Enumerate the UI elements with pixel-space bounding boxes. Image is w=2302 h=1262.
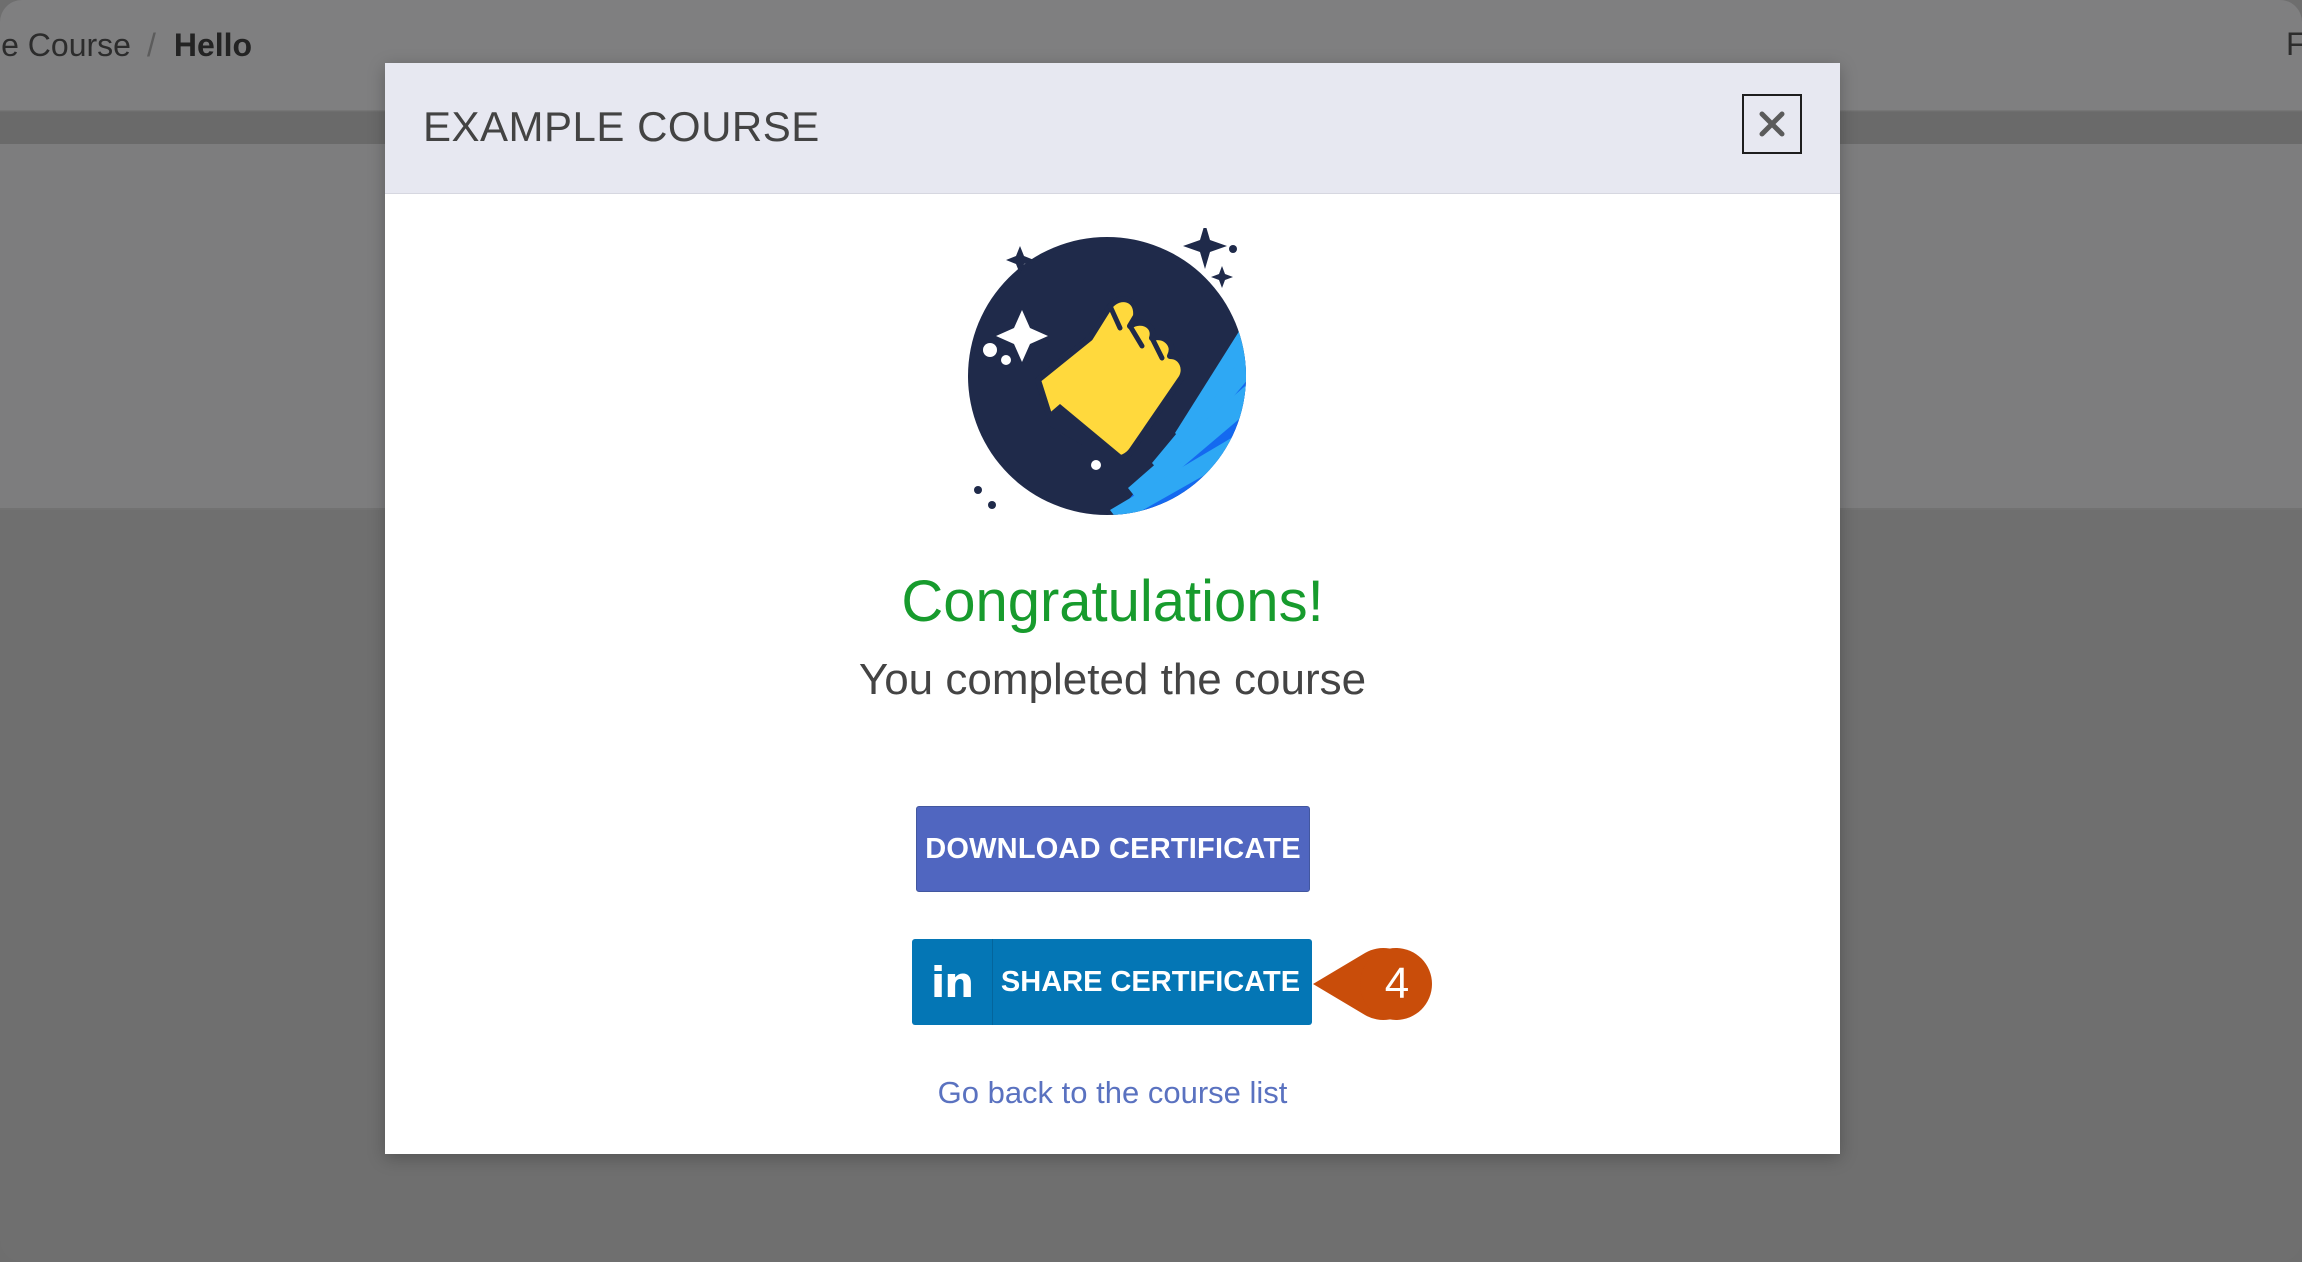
modal-header: EXAMPLE COURSE (385, 63, 1840, 194)
linkedin-icon-text: in (930, 957, 974, 1007)
close-icon (1759, 111, 1785, 137)
course-completed-modal: EXAMPLE COURSE Congratulations! You comp… (385, 63, 1840, 1154)
linkedin-icon: in (912, 939, 993, 1025)
topbar-right-text: F (2286, 26, 2302, 62)
close-button[interactable] (1742, 94, 1802, 154)
breadcrumb-course-link[interactable]: le Course (0, 27, 131, 64)
completion-message: You completed the course (858, 655, 1367, 704)
step-number: 4 (1384, 959, 1410, 1008)
breadcrumb-current: Hello (173, 26, 253, 63)
app-window: le Course / Hello F EXAMPLE COURSE Congr… (0, 0, 2302, 1262)
congratulations-heading: Congratulations! (901, 569, 1324, 634)
modal-title: EXAMPLE COURSE (423, 103, 820, 150)
share-certificate-linkedin-button[interactable]: in SHARE CERTIFICATE (912, 939, 1312, 1025)
thumbs-up-rocket-icon (960, 223, 1260, 528)
back-to-course-list-link[interactable]: Go back to the course list (385, 1075, 1840, 1111)
breadcrumb: le Course / Hello (0, 24, 252, 66)
download-certificate-button[interactable]: DOWNLOAD CERTIFICATE (916, 806, 1310, 892)
breadcrumb-separator: / (146, 26, 156, 63)
share-certificate-label: SHARE CERTIFICATE (1000, 965, 1301, 998)
